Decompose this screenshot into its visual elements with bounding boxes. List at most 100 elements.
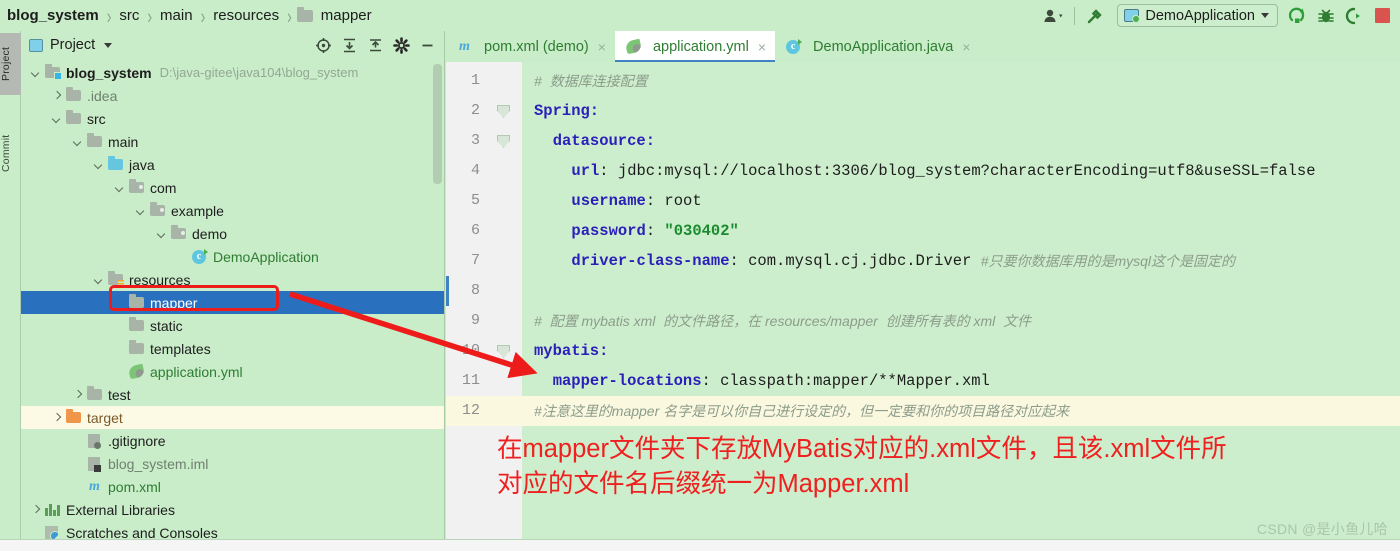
- tree-item-static[interactable]: static: [21, 314, 444, 337]
- tree-item-label: blog_system.iml: [108, 455, 209, 472]
- tree-item-test[interactable]: test: [21, 383, 444, 406]
- line-number: 10: [461, 342, 480, 359]
- user-account-icon[interactable]: [1040, 3, 1068, 29]
- breadcrumb-item-resources[interactable]: resources: [210, 7, 282, 24]
- tree-item-label: templates: [150, 340, 211, 357]
- chevron-down-icon[interactable]: [92, 158, 105, 171]
- tree-item-label: resources: [129, 271, 191, 288]
- breadcrumb-item-main[interactable]: main: [157, 7, 196, 24]
- tree-item-application-yml[interactable]: application.yml: [21, 360, 444, 383]
- chevron-down-icon[interactable]: [71, 135, 84, 148]
- close-icon[interactable]: ×: [598, 39, 606, 55]
- editor-tab-demoapplication-java[interactable]: c DemoApplication.java ×: [775, 31, 979, 62]
- line-number: 4: [470, 162, 480, 179]
- tree-item-templates[interactable]: templates: [21, 337, 444, 360]
- tree-item-resources[interactable]: resources: [21, 268, 444, 291]
- hide-panel-icon[interactable]: [414, 33, 440, 57]
- chevron-down-icon[interactable]: [29, 66, 42, 79]
- folder-icon: [65, 87, 82, 103]
- folder-icon: [128, 294, 145, 310]
- editor-tab-pom-xml-demo-[interactable]: m pom.xml (demo) ×: [446, 31, 615, 62]
- settings-gear-icon[interactable]: [388, 33, 414, 57]
- hammer-build-icon[interactable]: [1081, 3, 1109, 29]
- code-token-cmt-cn: #注意这里的mapper 名字是可以你自己进行设定的，但一定要和你的项目路径对应…: [534, 403, 1070, 419]
- code-token-key: url: [571, 162, 600, 180]
- tree-item-label: com: [150, 179, 177, 196]
- code-token-val: : root: [645, 192, 702, 210]
- tree-item-target[interactable]: target: [21, 406, 444, 429]
- chevron-down-icon[interactable]: [155, 227, 168, 240]
- tree-item-main[interactable]: main: [21, 130, 444, 153]
- code-fold-icon[interactable]: [496, 134, 510, 148]
- code-token-key: Spring:: [534, 102, 600, 120]
- tree-item-label: test: [108, 386, 131, 403]
- tree-item-example[interactable]: example: [21, 199, 444, 222]
- code-token-key: datasource:: [552, 132, 656, 150]
- scratches-icon: [44, 525, 61, 540]
- tree-item-pom-xml[interactable]: m pom.xml: [21, 475, 444, 498]
- code-token-val: : classpath:mapper/**Mapper.xml: [701, 372, 990, 390]
- locate-icon[interactable]: [310, 33, 336, 57]
- stop-icon[interactable]: [1368, 3, 1396, 29]
- debug-bug-icon[interactable]: [1312, 3, 1340, 29]
- chevron-down-icon[interactable]: [50, 112, 63, 125]
- code-line: password: "030402": [522, 216, 1400, 246]
- chevron-right-icon[interactable]: [50, 89, 63, 102]
- tree-item-label: mapper: [150, 294, 198, 311]
- code-line: username: root: [522, 186, 1400, 216]
- run-with-coverage-icon[interactable]: [1340, 3, 1368, 29]
- run-configuration-selector[interactable]: DemoApplication: [1117, 4, 1278, 27]
- breadcrumb-label: src: [119, 7, 140, 24]
- tree-item--idea[interactable]: .idea: [21, 84, 444, 107]
- chevron-down-icon[interactable]: [113, 181, 126, 194]
- ignored-file-icon: [86, 433, 103, 449]
- folder-icon: [128, 340, 145, 356]
- tree-item-com[interactable]: com: [21, 176, 444, 199]
- code-line: url: jdbc:mysql://localhost:3306/blog_sy…: [522, 156, 1400, 186]
- code-token-val: : com.mysql.cj.jdbc.Driver: [729, 252, 981, 270]
- tree-item-demoapplication[interactable]: c DemoApplication: [21, 245, 444, 268]
- chevron-down-icon[interactable]: [104, 42, 113, 48]
- code-token-str: "030402": [664, 222, 739, 240]
- tree-item-label: blog_system: [66, 64, 152, 81]
- tree-twisty-placeholder: [113, 296, 126, 309]
- close-icon[interactable]: ×: [758, 39, 766, 55]
- breadcrumb-separator: ›: [287, 3, 292, 28]
- line-number: 11: [461, 372, 480, 389]
- editor-tab-label: pom.xml (demo): [484, 38, 589, 55]
- expand-all-icon[interactable]: [336, 33, 362, 57]
- close-icon[interactable]: ×: [962, 39, 970, 55]
- tree-item-external-libraries[interactable]: External Libraries: [21, 498, 444, 521]
- module-folder-icon: [44, 64, 62, 80]
- tree-item-label: main: [108, 133, 139, 150]
- chevron-down-icon[interactable]: [92, 273, 105, 286]
- folder-icon: [296, 6, 313, 22]
- breadcrumb-item-src[interactable]: src: [116, 7, 142, 24]
- chevron-right-icon[interactable]: [50, 411, 63, 424]
- chevron-down-icon[interactable]: [1261, 13, 1269, 18]
- tree-item--gitignore[interactable]: .gitignore: [21, 429, 444, 452]
- project-scrollbar-thumb[interactable]: [433, 64, 442, 184]
- collapse-all-icon[interactable]: [362, 33, 388, 57]
- breadcrumb-item-blog-system[interactable]: blog_system: [4, 7, 102, 24]
- tree-item-label: application.yml: [150, 363, 243, 380]
- tree-item-blog-system-iml[interactable]: blog_system.iml: [21, 452, 444, 475]
- chevron-right-icon[interactable]: [71, 388, 84, 401]
- code-fold-icon[interactable]: [496, 344, 510, 358]
- code-fold-icon[interactable]: [496, 104, 510, 118]
- editor-tab-application-yml[interactable]: application.yml ×: [614, 31, 776, 62]
- chevron-right-icon[interactable]: [29, 503, 42, 516]
- sidebar-tab-commit[interactable]: Commit: [0, 117, 21, 189]
- code-line: driver-class-name: com.mysql.cj.jdbc.Dri…: [522, 246, 1400, 276]
- tree-item-blog-system[interactable]: blog_system D:\java-gitee\java104\blog_sy…: [21, 61, 444, 84]
- tree-item-mapper[interactable]: mapper: [21, 291, 444, 314]
- tree-item-java[interactable]: java: [21, 153, 444, 176]
- tree-item-label: DemoApplication: [213, 248, 319, 265]
- tree-item-src[interactable]: src: [21, 107, 444, 130]
- run-icon[interactable]: [1284, 3, 1312, 29]
- tree-item-demo[interactable]: demo: [21, 222, 444, 245]
- breadcrumb-item-mapper[interactable]: mapper: [296, 6, 375, 24]
- sidebar-tab-project[interactable]: Project: [0, 33, 21, 95]
- chevron-down-icon[interactable]: [134, 204, 147, 217]
